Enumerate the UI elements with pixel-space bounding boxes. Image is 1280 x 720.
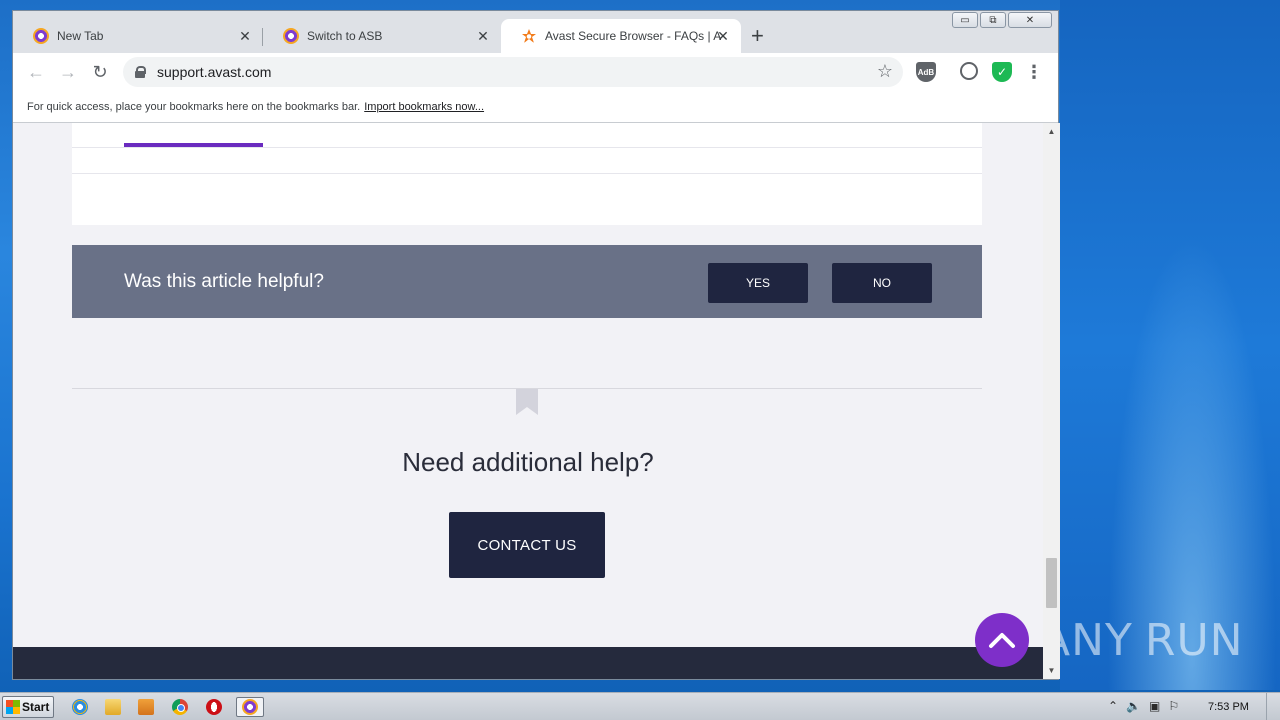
avast-browser-icon [283,28,299,44]
no-button[interactable]: NO [832,263,932,303]
chrome-icon [172,699,188,715]
avast-browser-icon [33,28,49,44]
tab-close-button[interactable]: ✕ [715,28,731,44]
action-center-flag-icon[interactable]: ⚐ [1168,699,1179,713]
windows-logo-icon [6,700,20,714]
avast-browser-icon [242,699,258,715]
browser-window: ▭ ⧉ ✕ New Tab ✕ Switch to ASB ✕ Avast Se… [12,10,1060,680]
page-viewport: Was this article helpful? YES NO Need ad… [13,123,1043,679]
need-help-heading: Need additional help? [402,447,654,477]
scroll-up-arrow-icon[interactable]: ▲ [1043,123,1060,140]
card-divider [72,147,982,148]
show-desktop-button[interactable] [1266,693,1280,720]
internet-explorer-icon [72,699,88,715]
url-text[interactable]: support.avast.com [157,64,271,80]
page-footer [13,647,1043,679]
article-card [72,123,982,225]
tab-close-button[interactable]: ✕ [237,28,253,44]
taskbar-chrome[interactable] [168,697,192,717]
taskbar-media-player[interactable] [134,697,158,717]
yes-button[interactable]: YES [708,263,808,303]
taskbar-file-explorer[interactable] [101,697,125,717]
feedback-question: Was this article helpful? [124,270,324,292]
file-explorer-icon [105,699,121,715]
start-label: Start [22,700,50,714]
anyrun-watermark: ANY RUN [1040,608,1243,672]
scroll-thumb[interactable] [1046,558,1057,608]
avast-logo-icon [522,29,536,43]
media-player-icon [138,699,154,715]
bookmark-star-icon[interactable]: ☆ [877,61,893,82]
contact-us-button[interactable]: CONTACT US [449,512,605,578]
bookmarks-bar-hint: For quick access, place your bookmarks h… [27,100,361,113]
chevron-up-icon [989,633,1015,648]
watermark-text-right: RUN [1144,614,1244,666]
adblock-extension-icon[interactable]: AdB [916,62,936,82]
reload-button[interactable]: ↻ [89,61,111,83]
card-divider [72,173,982,174]
tab-avast-faqs[interactable]: Avast Secure Browser - FAQs | Avast ✕ [501,19,741,53]
taskbar-opera[interactable] [202,697,226,717]
menu-icon[interactable]: ⋮ [1024,62,1044,82]
taskbar: Start ⌃ 🔈 ▣ ⚐ 7:53 PM [0,692,1280,720]
feedback-bar: Was this article helpful? YES NO [72,245,982,318]
tab-title: New Tab [57,29,104,43]
address-bar[interactable]: support.avast.com ☆ [123,57,903,87]
taskbar-clock[interactable]: 7:53 PM [1208,701,1249,713]
opera-icon [206,699,222,715]
taskbar-avast-browser[interactable] [236,697,264,717]
page-scrollbar[interactable]: ▲ ▼ [1043,123,1060,679]
forward-button[interactable]: → [57,61,79,83]
tab-title: Switch to ASB [307,29,383,43]
desktop-background [1060,0,1280,690]
system-tray: ⌃ 🔈 ▣ ⚐ [1108,699,1179,713]
new-tab-button[interactable]: + [751,25,764,47]
tab-new-tab[interactable]: New Tab ✕ [13,19,263,53]
security-extension-icon[interactable]: ✓ [992,62,1012,82]
scroll-down-arrow-icon[interactable]: ▼ [1043,662,1060,679]
browser-toolbar: ← → ↻ support.avast.com ☆ AdB ✓ ⋮ [13,53,1058,91]
import-bookmarks-link[interactable]: Import bookmarks now... [364,101,484,113]
lock-icon[interactable] [135,66,146,78]
tab-strip: New Tab ✕ Switch to ASB ✕ Avast Secure B… [13,19,1058,53]
back-to-top-button[interactable] [975,613,1029,667]
bookmark-ribbon-icon [516,389,538,415]
profile-icon[interactable] [960,62,978,80]
volume-icon[interactable]: 🔈 [1126,699,1141,713]
show-hidden-icons-icon[interactable]: ⌃ [1108,699,1118,713]
network-icon[interactable]: ▣ [1149,699,1160,713]
tab-close-button[interactable]: ✕ [475,28,491,44]
start-button[interactable]: Start [2,696,54,718]
tab-title: Avast Secure Browser - FAQs | Avast [545,29,721,43]
back-button[interactable]: ← [25,61,47,83]
bookmarks-bar: For quick access, place your bookmarks h… [13,91,1058,123]
tab-switch-to-asb[interactable]: Switch to ASB ✕ [263,19,501,53]
taskbar-internet-explorer[interactable] [68,697,92,717]
